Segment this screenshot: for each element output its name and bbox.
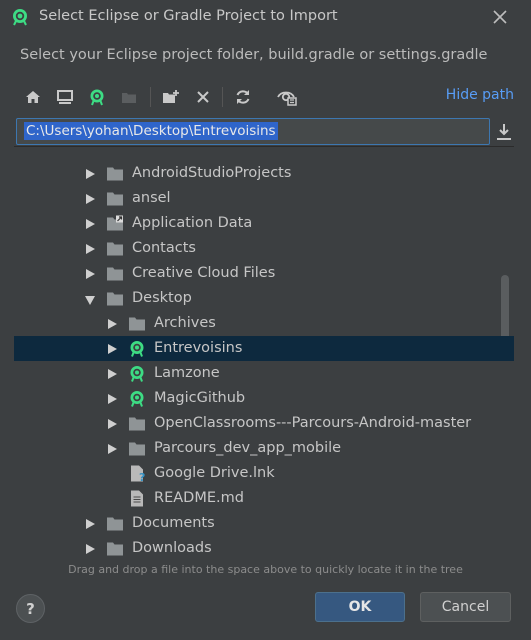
folder-icon	[106, 265, 124, 282]
folder-icon	[106, 540, 124, 557]
cancel-button[interactable]: Cancel	[420, 592, 511, 622]
close-icon[interactable]	[490, 7, 510, 27]
path-input[interactable]: C:\Users\yohan\Desktop\Entrevoisins	[24, 122, 278, 140]
tree-row[interactable]: Lamzone	[14, 361, 514, 386]
tree-row-label: Parcours_dev_app_mobile	[154, 440, 342, 456]
text-file-icon	[128, 490, 146, 507]
tree-row-label: ansel	[132, 190, 171, 206]
tree-row[interactable]: Application Data	[14, 211, 514, 236]
dialog-description: Select your Eclipse project folder, buil…	[20, 47, 488, 63]
android-project-icon	[128, 365, 146, 382]
module-icon[interactable]	[118, 86, 140, 108]
folder-icon	[106, 290, 124, 307]
folder-icon	[106, 165, 124, 182]
tree-row-label: Downloads	[132, 540, 212, 556]
tree-row[interactable]: Contacts	[14, 236, 514, 261]
android-studio-logo-icon	[13, 9, 27, 26]
collapsed-arrow-icon[interactable]	[108, 444, 117, 454]
new-folder-icon[interactable]	[160, 86, 182, 108]
tree-row[interactable]: Archives	[14, 311, 514, 336]
tree-row-label: Archives	[154, 315, 216, 331]
tree-row-label: README.md	[154, 490, 244, 506]
desktop-icon[interactable]	[54, 86, 76, 108]
show-hidden-icon[interactable]	[276, 86, 298, 108]
tree-row[interactable]: ansel	[14, 186, 514, 211]
tree-row-label: Documents	[132, 515, 215, 531]
collapsed-arrow-icon[interactable]	[86, 194, 95, 204]
file-chooser-toolbar: Hide path	[14, 84, 514, 110]
tree-row[interactable]: Downloads	[14, 536, 514, 561]
folder-icon	[128, 440, 146, 457]
tree-row-label: Google Drive.lnk	[154, 465, 275, 481]
svg-text:?: ?	[139, 471, 145, 482]
tree-row[interactable]: Entrevoisins	[14, 336, 514, 361]
refresh-icon[interactable]	[232, 86, 254, 108]
collapsed-arrow-icon[interactable]	[86, 244, 95, 254]
expanded-arrow-icon[interactable]	[85, 296, 95, 305]
tree-row[interactable]: README.md	[14, 486, 514, 511]
tree-row-label: Lamzone	[154, 365, 220, 381]
tree-row-label: MagicGithub	[154, 390, 246, 406]
tree-row[interactable]: Parcours_dev_app_mobile	[14, 436, 514, 461]
toolbar-separator	[222, 87, 223, 107]
tree-row[interactable]: ? Google Drive.lnk	[14, 461, 514, 486]
download-icon[interactable]	[494, 121, 514, 143]
collapsed-arrow-icon[interactable]	[108, 394, 117, 404]
path-field[interactable]: C:\Users\yohan\Desktop\Entrevoisins	[16, 118, 490, 145]
folder-icon	[128, 415, 146, 432]
tree-row-label: Application Data	[132, 215, 253, 231]
hide-path-link[interactable]: Hide path	[446, 87, 514, 103]
delete-icon[interactable]	[192, 86, 214, 108]
tree-row[interactable]: Documents	[14, 511, 514, 536]
tree-row-label: AndroidStudioProjects	[132, 165, 292, 181]
tree-row-label: Contacts	[132, 240, 196, 256]
tree-row[interactable]: Creative Cloud Files	[14, 261, 514, 286]
folder-link-icon	[106, 215, 124, 232]
ok-button[interactable]: OK	[315, 592, 405, 622]
folder-icon	[106, 190, 124, 207]
tree-row[interactable]: Desktop	[14, 286, 514, 311]
folder-icon	[128, 315, 146, 332]
tree-row-label: Creative Cloud Files	[132, 265, 276, 281]
file-tree[interactable]: AndroidStudioProjects ansel Application Da…	[14, 146, 514, 561]
collapsed-arrow-icon[interactable]	[86, 544, 95, 554]
unknown-file-icon: ?	[128, 465, 146, 484]
collapsed-arrow-icon[interactable]	[108, 369, 117, 379]
title-bar: Select Eclipse or Gradle Project to Impo…	[0, 0, 531, 34]
tree-row[interactable]: AndroidStudioProjects	[14, 161, 514, 186]
window-title: Select Eclipse or Gradle Project to Impo…	[39, 8, 338, 24]
tree-row-label: Desktop	[132, 290, 192, 306]
collapsed-arrow-icon[interactable]	[86, 519, 95, 529]
collapsed-arrow-icon[interactable]	[86, 269, 95, 279]
help-button[interactable]: ?	[16, 594, 45, 623]
collapsed-arrow-icon[interactable]	[108, 344, 117, 354]
folder-icon	[106, 515, 124, 532]
tree-row[interactable]: MagicGithub	[14, 386, 514, 411]
tree-row-label: Entrevoisins	[154, 340, 243, 356]
collapsed-arrow-icon[interactable]	[86, 219, 95, 229]
android-project-icon	[128, 390, 146, 407]
collapsed-arrow-icon[interactable]	[86, 169, 95, 179]
drag-drop-hint: Drag and drop a file into the space abov…	[68, 563, 463, 576]
home-icon[interactable]	[22, 86, 44, 108]
tree-row[interactable]: OpenClassrooms---Parcours-Android-master	[14, 411, 514, 436]
toolbar-separator	[150, 87, 151, 107]
folder-icon	[106, 240, 124, 257]
android-project-icon[interactable]	[86, 86, 108, 108]
android-project-icon	[128, 340, 146, 357]
collapsed-arrow-icon[interactable]	[108, 419, 117, 429]
tree-row-label: OpenClassrooms---Parcours-Android-master	[154, 415, 472, 431]
collapsed-arrow-icon[interactable]	[108, 319, 117, 329]
